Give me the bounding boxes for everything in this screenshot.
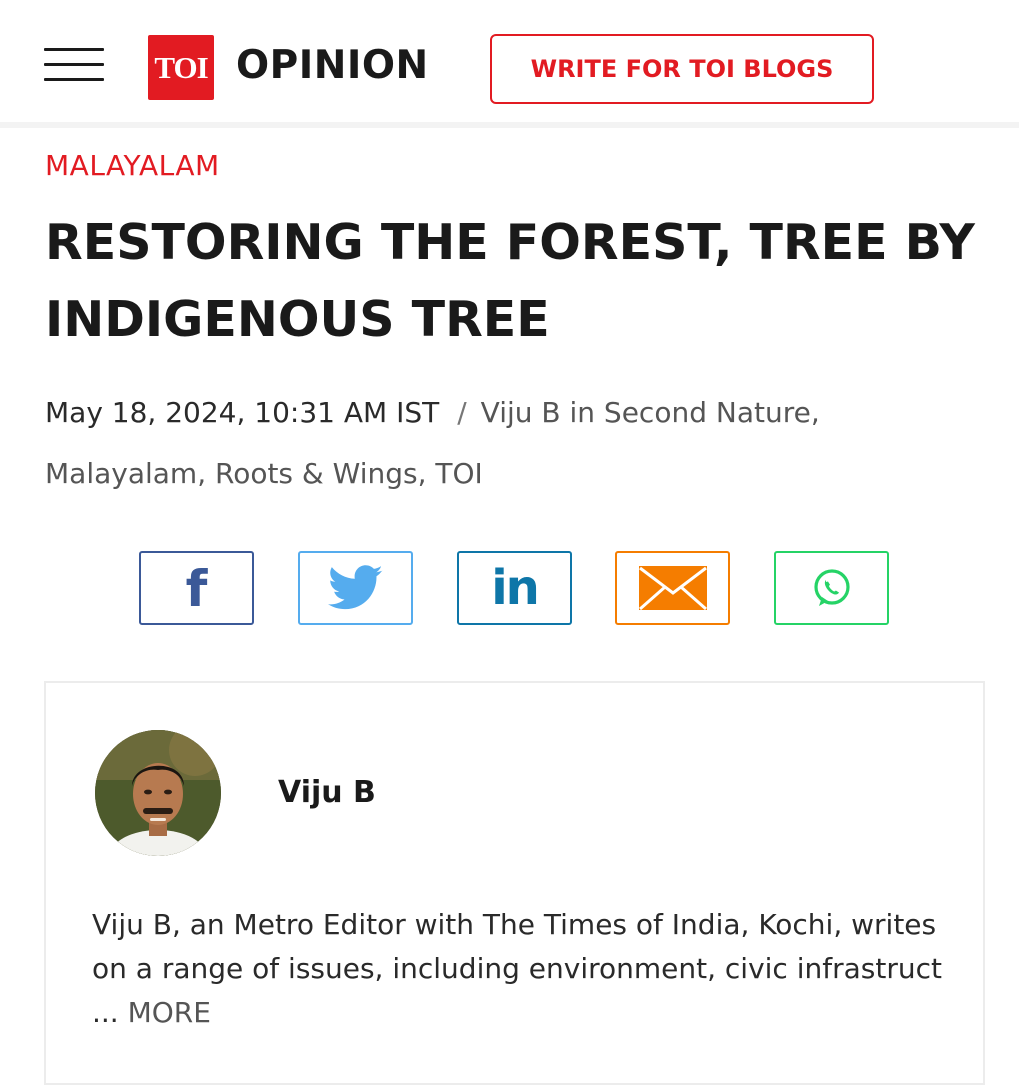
bio-ellipsis: ... bbox=[92, 996, 128, 1029]
menu-icon-bar bbox=[44, 63, 104, 66]
read-more-link[interactable]: MORE bbox=[128, 996, 211, 1029]
share-bar: f in bbox=[139, 551, 899, 625]
share-email-button[interactable] bbox=[615, 551, 730, 625]
author-photo bbox=[95, 730, 221, 856]
share-whatsapp-button[interactable] bbox=[774, 551, 889, 625]
twitter-icon bbox=[327, 565, 383, 610]
author-card: Viju B Viju B, an Metro Editor with The … bbox=[44, 681, 985, 1085]
email-icon bbox=[638, 566, 707, 611]
linkedin-icon: in bbox=[491, 560, 540, 616]
article-headline: RESTORING THE FOREST, TREE BY INDIGENOUS… bbox=[45, 214, 975, 348]
author-name[interactable]: Viju B bbox=[278, 773, 376, 813]
whatsapp-icon bbox=[813, 569, 850, 606]
share-linkedin-button[interactable]: in bbox=[457, 551, 572, 625]
meta-separator: / bbox=[457, 396, 467, 429]
author-avatar[interactable] bbox=[95, 730, 221, 856]
share-facebook-button[interactable]: f bbox=[139, 551, 254, 625]
write-for-toi-blogs-button[interactable]: WRITE FOR TOI BLOGS bbox=[490, 34, 874, 104]
author-bio: Viju B, an Metro Editor with The Times o… bbox=[92, 903, 962, 1035]
category-link[interactable]: MALAYALAM bbox=[45, 148, 220, 184]
facebook-icon: f bbox=[185, 560, 208, 618]
section-title[interactable]: OPINION bbox=[236, 40, 429, 92]
header-divider bbox=[0, 122, 1019, 128]
author-bio-text: Viju B, an Metro Editor with The Times o… bbox=[92, 908, 942, 985]
menu-icon-bar bbox=[44, 48, 104, 51]
publish-date: May 18, 2024, 10:31 AM IST bbox=[45, 396, 440, 429]
toi-logo[interactable]: TOI bbox=[148, 35, 214, 100]
share-twitter-button[interactable] bbox=[298, 551, 413, 625]
site-header: TOI OPINION WRITE FOR TOI BLOGS bbox=[0, 0, 1019, 124]
article-meta: May 18, 2024, 10:31 AM IST / Viju B in Sec… bbox=[45, 382, 945, 504]
menu-icon-bar bbox=[44, 78, 104, 81]
menu-icon[interactable] bbox=[44, 48, 104, 82]
